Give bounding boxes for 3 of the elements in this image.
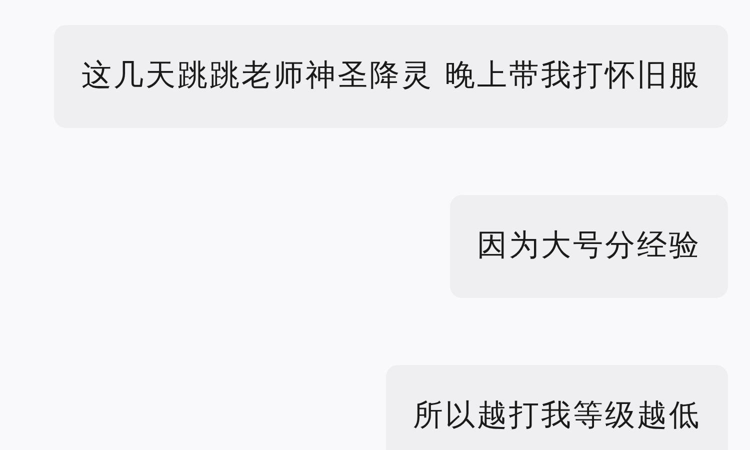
message-bubble: 因为大号分经验 [450,195,728,298]
message-bubble: 这几天跳跳老师神圣降灵 晚上带我打怀旧服 [54,25,728,128]
message-bubble: 所以越打我等级越低 [386,365,728,450]
